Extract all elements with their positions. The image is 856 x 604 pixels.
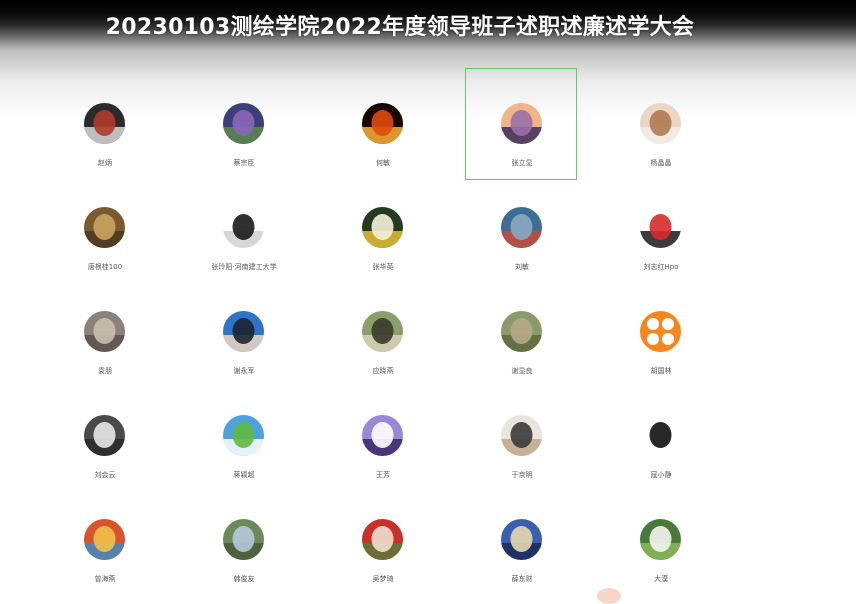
participant-tile[interactable]: 薛东财 xyxy=(465,484,577,596)
participant-name: 寇小静 xyxy=(650,471,672,479)
avatar-city-blue xyxy=(501,207,542,248)
avatar-man-blue xyxy=(223,311,264,352)
participant-tile[interactable]: 谢永军 xyxy=(187,276,299,388)
avatar-rock-gray xyxy=(84,311,125,352)
participant-name: 唐根桂100 xyxy=(87,263,123,271)
participant-name: 蒋颖超 xyxy=(233,471,255,479)
participant-name: 刘会云 xyxy=(94,471,116,479)
participant-tile[interactable]: 蒋颖超 xyxy=(187,380,299,492)
participant-name: 曾海燕 xyxy=(94,575,116,583)
participant-tile[interactable]: 王芳 xyxy=(326,380,438,492)
avatar-silhouette-black xyxy=(640,415,681,456)
participant-name: 谢永军 xyxy=(233,367,255,375)
avatar-cat-gray xyxy=(84,415,125,456)
participant-name: 王芳 xyxy=(376,471,390,479)
participant-name: 谢显良 xyxy=(511,367,533,375)
avatar-red-flowers xyxy=(362,519,403,560)
participant-name: 吴梦琦 xyxy=(372,575,394,583)
participant-tile[interactable]: 张立显 xyxy=(465,68,577,180)
avatar-temple-blue xyxy=(501,519,542,560)
avatar-colorful-town xyxy=(84,519,125,560)
avatar-fire-dark xyxy=(362,103,403,144)
participant-tile[interactable]: 谢显良 xyxy=(465,276,577,388)
participant-name: 张华英 xyxy=(372,263,394,271)
avatar-child-writing xyxy=(501,415,542,456)
participant-tile[interactable]: 大漠 xyxy=(604,484,716,596)
participant-tile[interactable]: 寇小静 xyxy=(604,380,716,492)
participant-name: 大漠 xyxy=(654,575,668,583)
participant-name: 赵炳 xyxy=(98,159,112,167)
participant-tile[interactable]: 张华英 xyxy=(326,172,438,284)
participant-tile[interactable]: 张玲阳·河南建工大学 xyxy=(187,172,299,284)
participant-name: 蔡宗臣 xyxy=(233,159,255,167)
participant-tile[interactable]: 何敏 xyxy=(326,68,438,180)
participant-tile[interactable]: 刘志红Hpo xyxy=(604,172,716,284)
avatar-daffodils xyxy=(362,207,403,248)
avatar-sunset-landscape xyxy=(501,103,542,144)
participant-name: 张立显 xyxy=(511,159,533,167)
avatar-portrait-dark-red xyxy=(84,103,125,144)
participant-name: 杨晶晶 xyxy=(650,159,672,167)
avatar-tree-field xyxy=(501,311,542,352)
meeting-title: 20230103测绘学院2022年度领导班子述职述廉述学大会 xyxy=(105,15,695,40)
participant-name: 胡国林 xyxy=(650,367,672,375)
participant-name: 应晓燕 xyxy=(372,367,394,375)
participant-tile[interactable]: 刘会云 xyxy=(48,380,160,492)
avatar-flowers-purple xyxy=(223,103,264,144)
participant-tile[interactable]: 胡国林 xyxy=(604,276,716,388)
participant-tile[interactable]: 赵炳 xyxy=(48,68,160,180)
avatar-girl-photo xyxy=(640,103,681,144)
participant-name: 薛东财 xyxy=(511,575,533,583)
avatar-suit-figure xyxy=(223,207,264,248)
participant-tile[interactable]: 袁朋 xyxy=(48,276,160,388)
participant-tile[interactable]: 刘敏 xyxy=(465,172,577,284)
participant-tile[interactable]: 杨晶晶 xyxy=(604,68,716,180)
avatar-girl-outdoor xyxy=(362,311,403,352)
participant-tile[interactable]: 曾海燕 xyxy=(48,484,160,596)
avatar-lily-white xyxy=(640,519,681,560)
participant-tile[interactable]: 蔡宗臣 xyxy=(187,68,299,180)
participant-tile[interactable]: 唐根桂100 xyxy=(48,172,160,284)
participant-name: 韩俊友 xyxy=(233,575,255,583)
participant-name: 袁朋 xyxy=(98,367,112,375)
avatar-bird-brown xyxy=(84,207,125,248)
avatar-cartoon-purple xyxy=(362,415,403,456)
floating-indicator xyxy=(597,588,621,604)
participant-tile[interactable]: 于京明 xyxy=(465,380,577,492)
participant-tile[interactable]: 韩俊友 xyxy=(187,484,299,596)
avatar-orange-app xyxy=(640,311,681,352)
avatar-mountain-green xyxy=(223,519,264,560)
participant-name: 于京明 xyxy=(511,471,533,479)
participant-name: 刘敏 xyxy=(515,263,529,271)
participant-tile[interactable]: 吴梦琦 xyxy=(326,484,438,596)
avatar-red-mascot xyxy=(640,207,681,248)
avatar-green-field xyxy=(223,415,264,456)
participant-name: 刘志红Hpo xyxy=(643,263,679,271)
participant-name: 何敏 xyxy=(376,159,390,167)
participant-tile[interactable]: 应晓燕 xyxy=(326,276,438,388)
participant-name: 张玲阳·河南建工大学 xyxy=(211,263,277,271)
